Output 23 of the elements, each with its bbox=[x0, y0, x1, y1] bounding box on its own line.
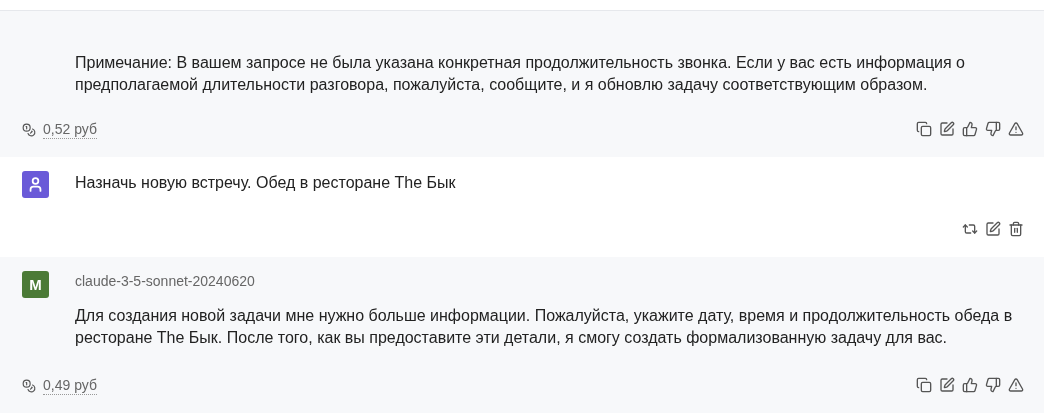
model-avatar: M bbox=[22, 271, 49, 298]
warning-icon[interactable] bbox=[1008, 377, 1024, 393]
copy-icon[interactable] bbox=[916, 121, 932, 137]
warning-icon[interactable] bbox=[1008, 121, 1024, 137]
user-icon bbox=[27, 176, 44, 193]
thumbs-up-icon[interactable] bbox=[962, 377, 978, 393]
edit-icon[interactable] bbox=[939, 377, 955, 393]
message-text: Для создания новой задачи мне нужно больше информации. Пожалуйста, укажите дату, время и продолжительность обеда в ресторане The Бык. После того, как вы предоставите эти детали, я смогу создать формализованную задачу для вас. bbox=[75, 306, 1014, 348]
model-name: claude-3-5-sonnet-20240620 bbox=[75, 272, 256, 291]
copy-icon[interactable] bbox=[916, 377, 932, 393]
repeat-icon[interactable] bbox=[962, 221, 978, 237]
trash-icon[interactable] bbox=[1008, 221, 1024, 237]
message-text: Примечание: В вашем запросе не была указана конкретная продолжительность звонка. Если у вас есть информация о предполагаемой длительности разговора, пожалуйста, сообщите, и я обновлю задачу соответствующим образом. bbox=[75, 53, 966, 95]
message-text: Назначь новую встречу. Обед в ресторане The Бык bbox=[75, 173, 456, 193]
thumbs-up-icon[interactable] bbox=[962, 121, 978, 137]
coins-icon bbox=[22, 379, 36, 393]
cost-label: 0,52 руб bbox=[43, 121, 97, 139]
cost-label: 0,49 руб bbox=[43, 377, 97, 395]
thumbs-down-icon[interactable] bbox=[985, 121, 1001, 137]
edit-icon[interactable] bbox=[939, 121, 955, 137]
thumbs-down-icon[interactable] bbox=[985, 377, 1001, 393]
coins-icon bbox=[22, 123, 36, 137]
edit-icon[interactable] bbox=[985, 221, 1001, 237]
